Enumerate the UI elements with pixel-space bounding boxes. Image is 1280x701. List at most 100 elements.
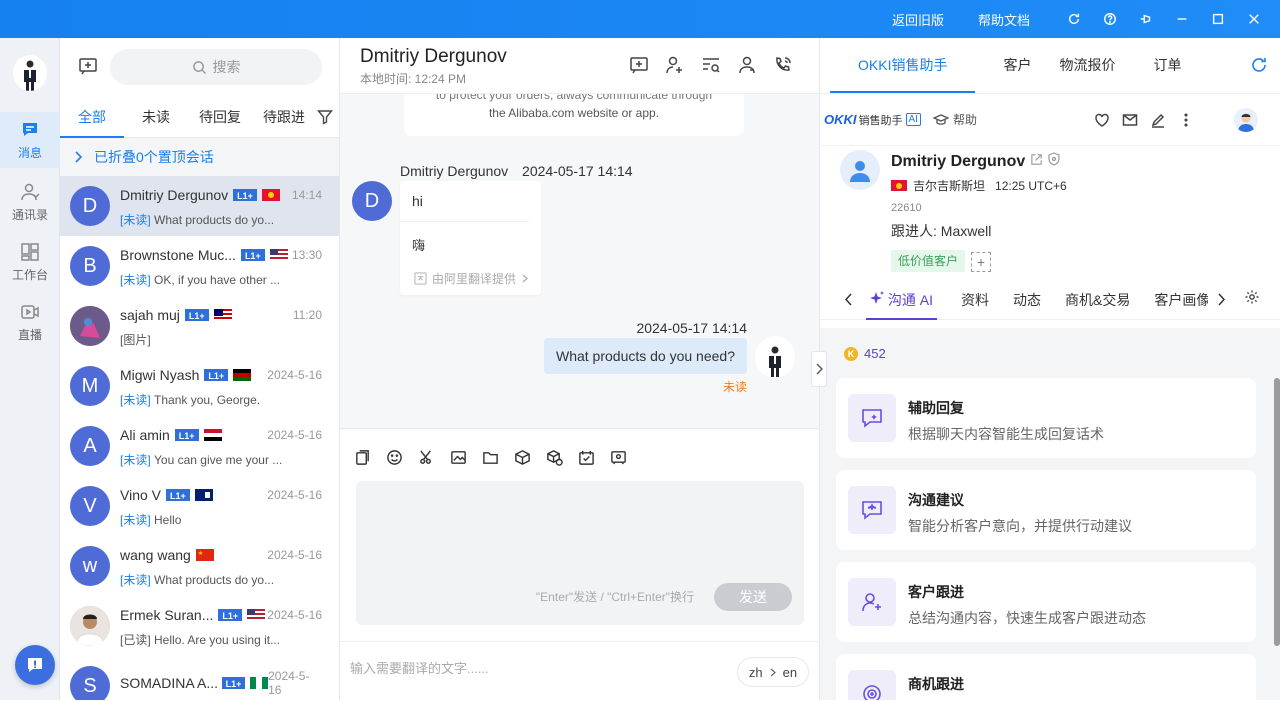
notice-line-2: the Alibaba.com website or app. — [488, 106, 660, 120]
tab-to-reply[interactable]: 待回复 — [188, 96, 252, 138]
card-communication-advice[interactable]: 沟通建议 智能分析客户意向，并提供行动建议 — [836, 470, 1256, 550]
contact-profile-icon[interactable] — [729, 55, 765, 75]
refresh-icon[interactable] — [1064, 9, 1084, 29]
conversation-item[interactable]: D Dmitriy Dergunov L1+ 14:14 [未读] What produ… — [60, 176, 339, 236]
tab-unread[interactable]: 未读 — [124, 96, 188, 138]
card-assist-reply[interactable]: 辅助回复 根据聊天内容智能生成回复话术 — [836, 378, 1256, 458]
search-box[interactable]: 搜索 — [110, 49, 322, 85]
pinned-collapsed-row[interactable]: 已折叠0个置顶会话 — [60, 138, 339, 176]
subtab-deals[interactable]: 商机&交易 — [1065, 280, 1130, 320]
incoming-avatar[interactable]: D — [352, 181, 392, 221]
image-icon[interactable] — [450, 449, 482, 466]
tab-all[interactable]: 全部 — [60, 96, 124, 138]
folder-icon[interactable] — [482, 449, 514, 466]
external-link-icon[interactable] — [1030, 153, 1043, 166]
customer-name[interactable]: Dmitriy Dergunov — [891, 153, 1025, 170]
nav-workbench[interactable]: 工作台 — [0, 234, 60, 290]
add-contact-icon[interactable] — [657, 55, 693, 75]
subtab-profile[interactable]: 资料 — [961, 280, 989, 320]
help-link[interactable]: 帮助 — [932, 111, 977, 128]
conversation-avatar: D — [70, 186, 110, 226]
conversation-item[interactable]: Ermek Suran... L1+ 2024-5-16 [已读] Hello. Ar… — [60, 596, 339, 656]
help-icon[interactable] — [1100, 9, 1120, 29]
conversation-preview: [未读] OK, if you have other ... — [120, 271, 320, 288]
mail-icon[interactable] — [1116, 112, 1144, 128]
new-chat-icon[interactable] — [78, 56, 98, 79]
calendar-icon[interactable] — [578, 449, 610, 466]
more-icon[interactable] — [1172, 112, 1200, 128]
translate-input[interactable]: 输入需要翻译的文字...... — [350, 658, 489, 677]
video-call-icon[interactable] — [610, 449, 642, 466]
conversation-item[interactable]: sajah muj L1+ 11:20 [图片] — [60, 296, 339, 356]
conversation-item[interactable]: w wang wang ★ 2024-5-16 [未读] What products d… — [60, 536, 339, 596]
subtab-communication-ai[interactable]: 沟通 AI — [866, 280, 938, 320]
customer-country: 吉尔吉斯斯坦 — [913, 179, 986, 193]
refresh-icon[interactable] — [1250, 56, 1268, 77]
chevron-left-icon[interactable] — [844, 293, 852, 306]
chat-support-button[interactable] — [15, 645, 55, 685]
product-card-icon[interactable] — [546, 449, 578, 466]
assistant-tabs: OKKI销售助手 客户 物流报价 订单 — [820, 38, 1280, 94]
help-docs-link[interactable]: 帮助文档 — [978, 10, 1030, 29]
conversation-item[interactable]: M Migwi Nyash L1+ 2024-5-16 [未读] Thank you, … — [60, 356, 339, 416]
nav-live[interactable]: 直播 — [0, 294, 60, 350]
copy-icon[interactable] — [354, 449, 386, 466]
conversation-item[interactable]: B Brownstone Muc... L1+ 13:30 [未读] OK, if yo… — [60, 236, 339, 296]
my-avatar-small — [755, 336, 795, 378]
my-avatar[interactable] — [13, 55, 47, 91]
quick-reply-icon[interactable] — [621, 55, 657, 75]
message-icon — [23, 122, 37, 136]
favorite-icon[interactable] — [1088, 112, 1116, 128]
customer-avatar[interactable] — [840, 150, 880, 190]
outgoing-bubble[interactable]: What products do you need? — [543, 338, 747, 374]
emoji-icon[interactable] — [386, 449, 418, 466]
card-customer-followup[interactable]: 客户跟进 总结沟通内容，快速生成客户跟进动态 — [836, 562, 1256, 642]
tab-logistics-quote[interactable]: 物流报价 — [1059, 38, 1115, 93]
edit-icon[interactable] — [1144, 112, 1172, 128]
filter-icon[interactable] — [317, 109, 333, 128]
customer-tag[interactable]: 低价值客户 — [891, 250, 966, 272]
product-icon[interactable] — [514, 449, 546, 466]
add-tag-button[interactable]: + — [971, 252, 991, 272]
card-opportunity-followup[interactable]: 商机跟进 — [836, 654, 1256, 700]
nav-contacts[interactable]: 通讯录 — [0, 174, 60, 230]
level-badge: L1+ — [166, 488, 190, 501]
preview-text: Hello. Are you using it... — [154, 632, 281, 647]
collapse-panel-button[interactable] — [811, 351, 827, 387]
back-old-version-link[interactable]: 返回旧版 — [892, 10, 944, 29]
assistant-subtabs: 沟通 AI 资料 动态 商机&交易 客户画像 — [820, 280, 1280, 320]
scrollbar[interactable] — [1274, 378, 1280, 646]
minimize-icon[interactable] — [1172, 9, 1192, 29]
conversation-item[interactable]: V Vino V L1+ 2024-5-16 [未读] Hello — [60, 476, 339, 536]
avatar-initial: D — [82, 194, 98, 217]
customer-name-row: Dmitriy Dergunov — [891, 152, 1061, 171]
compose-toolbar — [340, 429, 819, 485]
settings-icon[interactable] — [1244, 289, 1260, 305]
incoming-bubble[interactable]: hi 嗨 由阿里翻译提供 — [400, 181, 541, 295]
conversation-item[interactable]: A Ali amin L1+ 2024-5-16 [未读] You can give m… — [60, 416, 339, 476]
tab-orders[interactable]: 订单 — [1153, 38, 1181, 93]
customer-card: Dmitriy Dergunov 吉尔吉斯斯坦 12:25 UTC+6 2261… — [820, 146, 1280, 272]
language-switch[interactable]: zh en — [737, 657, 809, 687]
conversation-item[interactable]: S SOMADINA A... L1+ 2024-5-16 — [60, 656, 339, 700]
tab-customer[interactable]: 客户 — [1003, 38, 1031, 93]
translated-by-label: 由阿里翻译提供 — [432, 272, 517, 286]
pin-icon[interactable] — [1136, 9, 1156, 29]
send-button[interactable]: 发送 — [714, 583, 792, 611]
close-icon[interactable] — [1244, 9, 1264, 29]
search-history-icon[interactable] — [693, 55, 729, 75]
assistant-user-avatar[interactable] — [1234, 108, 1258, 132]
okki-logo: OKKI — [824, 112, 857, 127]
chat-title: Dmitriy Dergunov — [360, 46, 507, 67]
chevron-right-icon[interactable] — [1218, 293, 1226, 306]
screenshot-icon[interactable] — [418, 449, 450, 466]
subtab-activity[interactable]: 动态 — [1013, 280, 1041, 320]
tab-okki-assistant[interactable]: OKKI销售助手 — [830, 38, 976, 93]
conversation-name: Migwi Nyash — [120, 366, 200, 383]
subtab-customer-portrait[interactable]: 客户画像 — [1154, 280, 1208, 320]
tab-to-follow[interactable]: 待跟进 — [252, 96, 316, 138]
nav-messages[interactable]: 消息 — [0, 112, 60, 168]
call-icon[interactable] — [765, 55, 801, 75]
message-input[interactable]: "Enter"发送 / "Ctrl+Enter"换行 发送 — [356, 481, 804, 625]
maximize-icon[interactable] — [1208, 9, 1228, 29]
